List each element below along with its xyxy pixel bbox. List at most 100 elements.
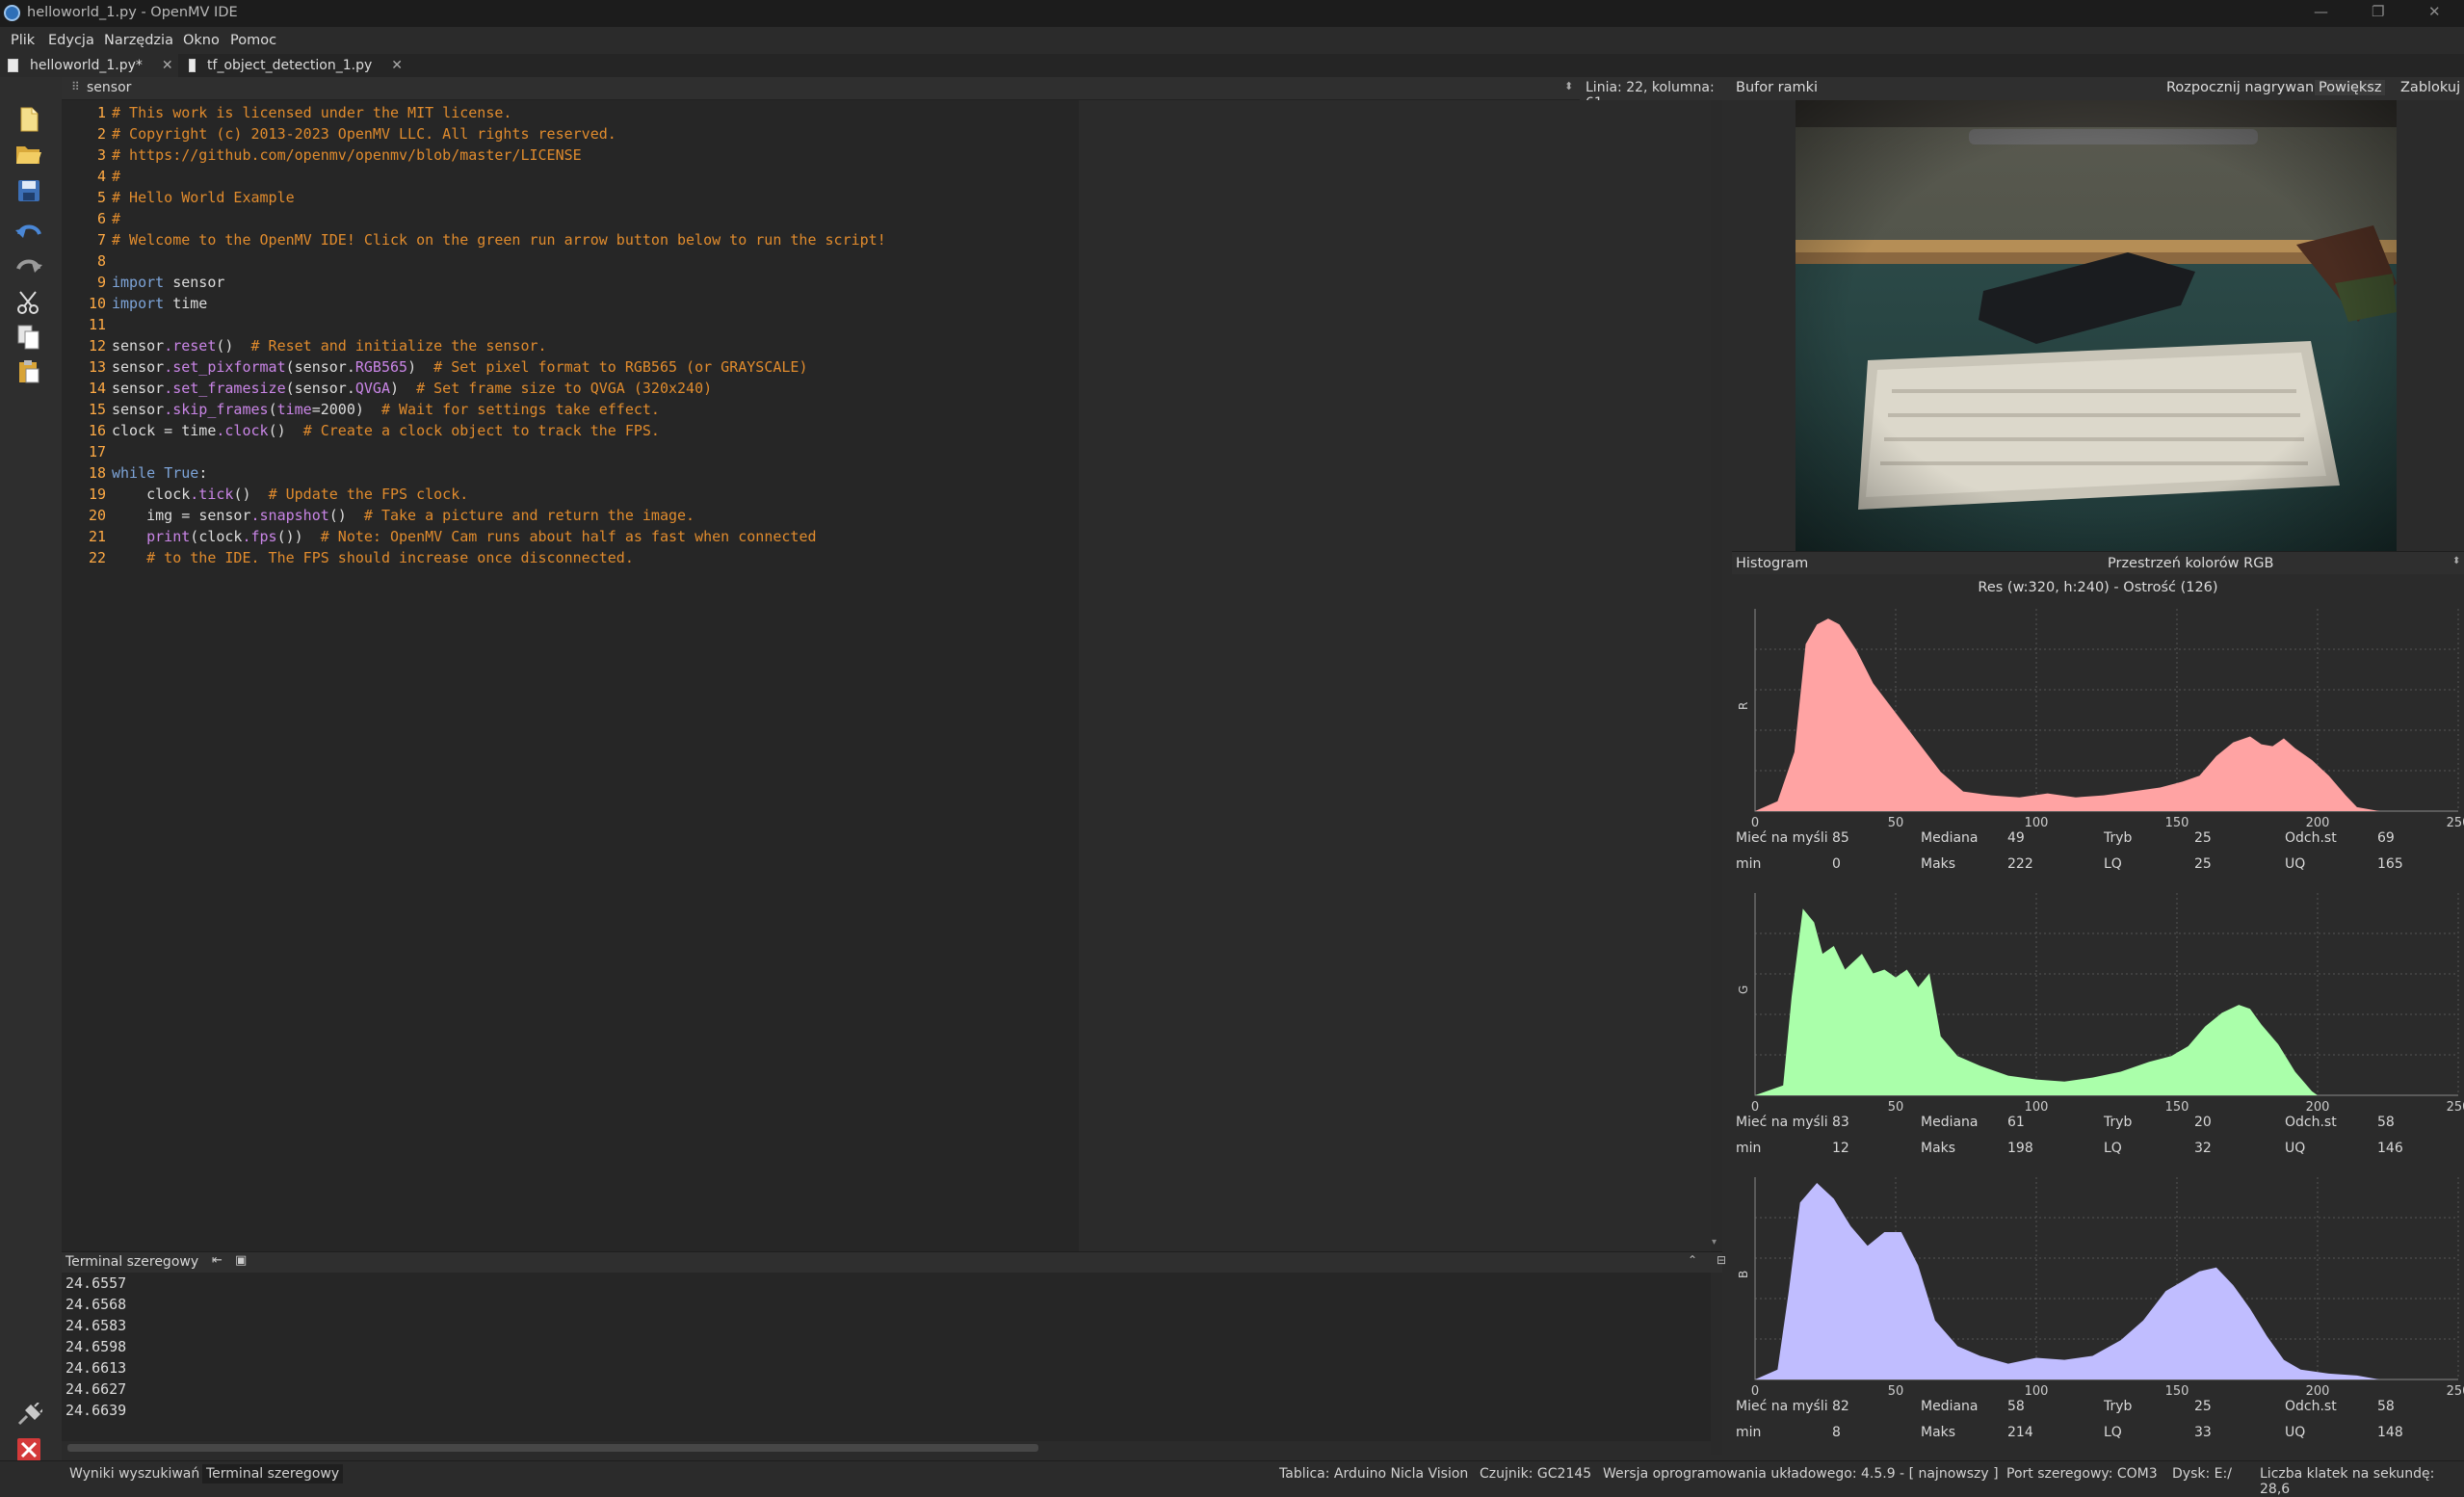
search-results-tab[interactable]: Wyniki wyszukiwań bbox=[69, 1466, 199, 1482]
x-tick-label: 50 bbox=[1888, 1384, 1904, 1399]
code-line[interactable]: # bbox=[112, 210, 120, 227]
stop-icon[interactable] bbox=[15, 1436, 42, 1463]
histogram-header: Histogram Przestrzeń kolorów RGB ⬍ bbox=[1732, 551, 2464, 574]
paste-icon[interactable] bbox=[15, 358, 42, 385]
tab-helloworld[interactable]: helloworld_1.py* ✕ bbox=[0, 54, 178, 77]
menu-window[interactable]: Okno bbox=[183, 33, 220, 48]
framebuffer-title: Bufor ramki bbox=[1736, 80, 1819, 95]
code-line[interactable]: # This work is licensed under the MIT li… bbox=[112, 104, 511, 121]
colorspace-dropdown-icon[interactable]: ⬍ bbox=[2452, 556, 2460, 566]
symbol-dropdown-icon[interactable]: ⬍ bbox=[1564, 80, 1573, 92]
cut-icon[interactable] bbox=[15, 289, 42, 316]
stat-label: Tryb bbox=[2104, 830, 2133, 846]
line-number: 16 bbox=[88, 422, 106, 439]
histogram-info: Res (w:320, h:240) - Ostrość (126) bbox=[1978, 580, 2218, 595]
stat-value: 83 bbox=[1832, 1115, 1849, 1130]
close-tab-icon[interactable]: ✕ bbox=[391, 58, 403, 73]
stat-value: 82 bbox=[1832, 1399, 1849, 1414]
code-line[interactable]: sensor.skip_frames(time=2000) # Wait for… bbox=[112, 401, 660, 418]
code-line[interactable]: # to the IDE. The FPS should increase on… bbox=[112, 549, 634, 566]
terminal-collapse-icon[interactable]: ⌃ bbox=[1688, 1253, 1697, 1267]
x-tick-label: 150 bbox=[2165, 816, 2189, 830]
stat-label: Tryb bbox=[2104, 1399, 2133, 1414]
stat-value: 32 bbox=[2194, 1141, 2212, 1156]
line-number: 1 bbox=[96, 104, 106, 121]
minimize-button[interactable]: — bbox=[2314, 3, 2328, 20]
terminal-save-icon[interactable]: ▣ bbox=[235, 1253, 247, 1268]
stat-value: 33 bbox=[2194, 1425, 2212, 1440]
openmv-logo-icon bbox=[4, 5, 20, 21]
code-line[interactable]: # Welcome to the OpenMV IDE! Click on th… bbox=[112, 231, 886, 249]
editor-empty-area[interactable] bbox=[1079, 100, 1715, 1251]
board-label: Tablica: Arduino Nicla Vision bbox=[1279, 1466, 1469, 1482]
stat-label: Maks bbox=[1921, 1141, 1956, 1156]
code-line[interactable]: sensor.set_pixformat(sensor.RGB565) # Se… bbox=[112, 358, 807, 376]
terminal-maximize-icon[interactable]: ⊟ bbox=[1717, 1253, 1726, 1267]
code-line[interactable]: while True: bbox=[112, 464, 207, 482]
maximize-button[interactable]: ❐ bbox=[2372, 3, 2384, 20]
code-line[interactable]: sensor.set_framesize(sensor.QVGA) # Set … bbox=[112, 380, 712, 397]
tab-tf-object-detection[interactable]: tf_object_detection_1.py ✕ bbox=[181, 54, 403, 77]
stat-value: 12 bbox=[1832, 1141, 1849, 1156]
window-title: helloworld_1.py - OpenMV IDE bbox=[27, 5, 238, 20]
line-number: 20 bbox=[88, 507, 106, 524]
menu-file[interactable]: Plik bbox=[11, 33, 35, 48]
terminal-horizontal-scrollbar[interactable] bbox=[62, 1441, 1711, 1455]
stat-label: Odch.st bbox=[2285, 830, 2337, 846]
menu-tools[interactable]: Narzędzia bbox=[104, 33, 173, 48]
code-line[interactable]: # Copyright (c) 2013-2023 OpenMV LLC. Al… bbox=[112, 125, 616, 143]
undo-icon[interactable] bbox=[15, 218, 42, 245]
editor-vertical-scrollbar[interactable]: ▾ bbox=[1711, 100, 1722, 1251]
save-icon[interactable] bbox=[15, 177, 42, 204]
serial-terminal-tab[interactable]: Terminal szeregowy bbox=[202, 1464, 344, 1484]
code-line[interactable]: img = sensor.snapshot() # Take a picture… bbox=[112, 507, 695, 524]
stat-label: min bbox=[1736, 1141, 1762, 1156]
histogram-stats-row: min 8 Maks 214 LQ 33 UQ 148 bbox=[1732, 1425, 2464, 1444]
terminal-line: 24.6557 bbox=[66, 1274, 127, 1292]
start-recording-button[interactable]: Rozpocznij nagrywanie bbox=[2166, 80, 2326, 95]
line-number: 11 bbox=[88, 316, 106, 333]
firmware-label[interactable]: Wersja oprogramowania układowego: 4.5.9 … bbox=[1603, 1466, 1999, 1482]
stat-value: 69 bbox=[2377, 830, 2395, 846]
symbol-selector[interactable]: sensor bbox=[87, 80, 131, 95]
copy-icon[interactable] bbox=[15, 324, 42, 351]
scroll-down-icon[interactable]: ▾ bbox=[1712, 1237, 1717, 1248]
open-folder-icon[interactable] bbox=[15, 141, 42, 168]
code-line[interactable]: # bbox=[112, 168, 120, 185]
new-file-icon[interactable] bbox=[15, 106, 42, 133]
histogram-stats-row: min 0 Maks 222 LQ 25 UQ 165 bbox=[1732, 856, 2464, 876]
close-tab-icon[interactable]: ✕ bbox=[162, 58, 173, 73]
code-line[interactable]: clock.tick() # Update the FPS clock. bbox=[112, 486, 468, 503]
code-line[interactable]: sensor.reset() # Reset and initialize th… bbox=[112, 337, 547, 355]
code-line[interactable]: clock = time.clock() # Create a clock ob… bbox=[112, 422, 660, 439]
x-tick-label: 100 bbox=[2025, 816, 2049, 830]
stat-value: 61 bbox=[2007, 1115, 2025, 1130]
code-editor[interactable]: 1 2 3 4 5 6 7 8 9 10 11 12 13 14 15 16 17 18 19 20 21 22 # Th… bbox=[62, 100, 1079, 1251]
redo-icon[interactable] bbox=[15, 252, 42, 279]
terminal-header: Terminal szeregowy ⇤ ▣ ⌃ ⊟ bbox=[62, 1251, 1726, 1273]
stat-label: UQ bbox=[2285, 1425, 2306, 1440]
terminal-line: 24.6598 bbox=[66, 1338, 127, 1355]
menu-help[interactable]: Pomoc bbox=[230, 33, 276, 48]
terminal-vertical-scrollbar[interactable] bbox=[1711, 1273, 1722, 1455]
lock-button[interactable]: Zablokuj bbox=[2400, 80, 2460, 95]
zoom-button[interactable]: Powiększ bbox=[2315, 80, 2386, 95]
stat-label: LQ bbox=[2104, 1141, 2122, 1156]
code-line[interactable]: import sensor bbox=[112, 274, 224, 291]
serial-terminal[interactable]: 24.6557 24.6568 24.6583 24.6598 24.6613 24.66… bbox=[62, 1273, 1711, 1441]
code-line[interactable]: # Hello World Example bbox=[112, 189, 295, 206]
scrollbar-thumb[interactable] bbox=[67, 1444, 1038, 1452]
stat-label: Mediana bbox=[1921, 830, 1979, 846]
line-number: 5 bbox=[96, 189, 106, 206]
code-line[interactable]: import time bbox=[112, 295, 207, 312]
line-number: 22 bbox=[88, 549, 106, 566]
code-line[interactable]: print(clock.fps()) # Note: OpenMV Cam ru… bbox=[112, 528, 816, 545]
menu-edit[interactable]: Edycja bbox=[48, 33, 94, 48]
connect-icon[interactable] bbox=[15, 1402, 42, 1429]
colorspace-selector[interactable]: Przestrzeń kolorów RGB bbox=[2108, 556, 2273, 571]
code-line[interactable]: # https://github.com/openmv/openmv/blob/… bbox=[112, 146, 582, 164]
terminal-line: 24.6613 bbox=[66, 1359, 127, 1377]
x-tick-label: 150 bbox=[2165, 1100, 2189, 1115]
terminal-clear-icon[interactable]: ⇤ bbox=[212, 1253, 223, 1268]
close-window-button[interactable]: ✕ bbox=[2428, 3, 2441, 20]
